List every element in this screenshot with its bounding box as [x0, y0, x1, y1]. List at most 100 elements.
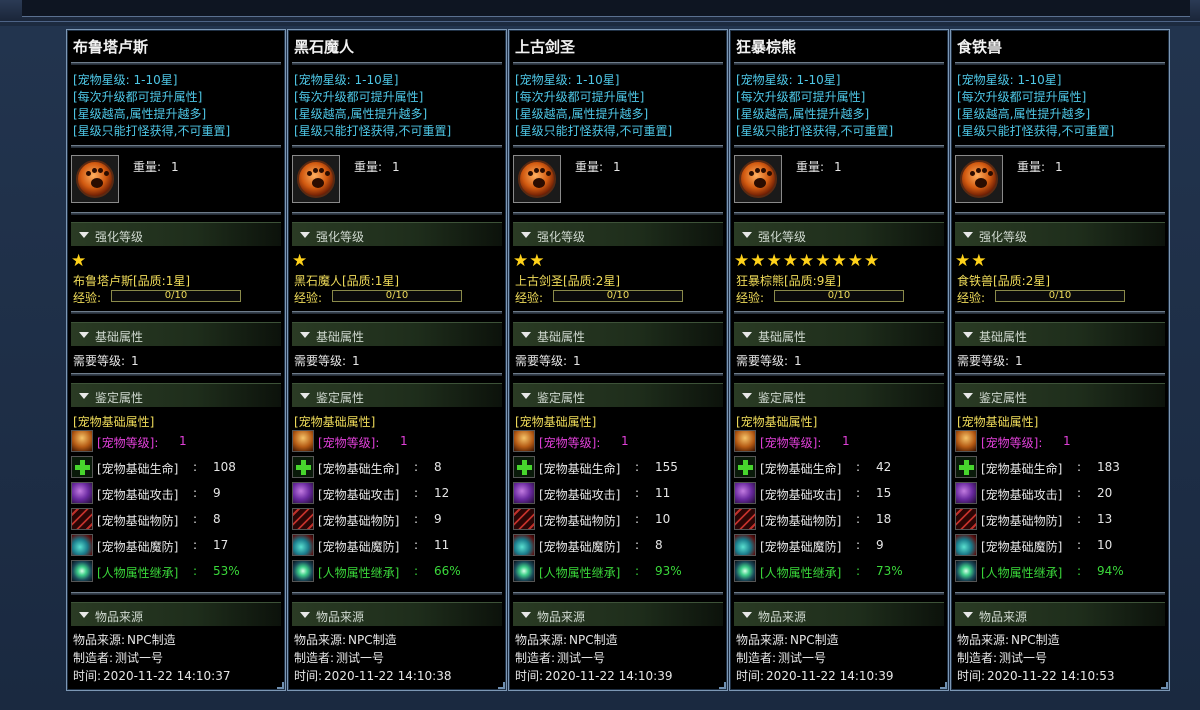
star-icon: ★	[750, 251, 766, 271]
attr-value: 9	[876, 538, 884, 552]
divider	[71, 311, 281, 314]
enhance-section-header[interactable]: 强化等级	[955, 222, 1165, 246]
attr-name: [宠物基础攻击]	[981, 488, 1063, 502]
attr-value: 94%	[1097, 564, 1124, 578]
source-label: 物品来源:	[294, 633, 347, 647]
enhance-section-header[interactable]: 强化等级	[71, 222, 281, 246]
purple-claw-icon	[734, 482, 756, 504]
pet-level-icon	[955, 430, 977, 452]
green-cross-icon	[71, 456, 93, 478]
description-line: [星级越高,属性提升越多]	[515, 107, 649, 121]
resize-handle[interactable]	[940, 682, 947, 689]
resize-handle[interactable]	[498, 682, 505, 689]
pet-level-icon	[513, 430, 535, 452]
attr-colon: :	[635, 486, 640, 500]
description-line: [每次升级都可提升属性]	[736, 90, 866, 104]
required-level: 需要等级: 1	[73, 352, 139, 369]
time-value: 2020-11-22 14:10:53	[987, 669, 1115, 683]
item-slot[interactable]	[292, 155, 340, 203]
star-icon: ★	[292, 251, 308, 271]
item-source: 物品来源: NPC制造	[515, 631, 618, 648]
identify-section-header[interactable]: 鉴定属性	[734, 383, 944, 407]
section-label: 物品来源	[979, 610, 1028, 624]
base-section-header[interactable]: 基础属性	[71, 322, 281, 346]
red-slash-icon	[734, 508, 756, 530]
source-section-header[interactable]: 物品来源	[292, 602, 502, 626]
source-section-header[interactable]: 物品来源	[71, 602, 281, 626]
description-line: [星级越高,属性提升越多]	[736, 107, 870, 121]
section-label: 基础属性	[316, 330, 365, 344]
base-section-header[interactable]: 基础属性	[513, 322, 723, 346]
pet-base-attrs-title: [宠物基础属性]	[736, 415, 818, 429]
pet-description: [宠物星级: 1-10星] [每次升级都可提升属性] [星级越高,属性提升越多]…	[294, 72, 451, 140]
identify-section-header[interactable]: 鉴定属性	[955, 383, 1165, 407]
item-slot[interactable]	[71, 155, 119, 203]
exp-bar: 0/10	[111, 290, 241, 302]
item-source: 物品来源: NPC制造	[736, 631, 839, 648]
divider	[71, 145, 281, 148]
attr-colon: :	[414, 538, 419, 552]
pet-card: 狂暴棕熊 [宠物星级: 1-10星] [每次升级都可提升属性] [星级越高,属性…	[729, 29, 949, 691]
exp-label: 经验:	[515, 291, 544, 305]
quality-text: 布鲁塔卢斯[品质:1星]	[73, 274, 191, 288]
triangle-down-icon	[300, 332, 310, 338]
resize-handle[interactable]	[719, 682, 726, 689]
exp-bar: 0/10	[774, 290, 904, 302]
attr-name: [宠物基础魔防]	[318, 540, 400, 554]
item-slot[interactable]	[513, 155, 561, 203]
star-icon: ★	[799, 251, 815, 271]
pet-name: 上古剑圣	[515, 38, 576, 56]
source-value: NPC制造	[1011, 633, 1060, 647]
attr-value: 11	[655, 486, 671, 500]
star-icon: ★	[766, 251, 782, 271]
attr-name: [宠物基础生命]	[539, 462, 621, 476]
source-section-header[interactable]: 物品来源	[513, 602, 723, 626]
attr-name: [宠物基础魔防]	[97, 540, 179, 554]
attr-value: 66%	[434, 564, 461, 578]
description-line: [宠物星级: 1-10星]	[736, 73, 841, 87]
divider	[955, 145, 1165, 148]
divider	[292, 311, 502, 314]
time-label: 时间:	[73, 669, 102, 683]
top-bar-inner	[22, 0, 1190, 17]
attr-colon: :	[414, 512, 419, 526]
divider	[292, 212, 502, 215]
enhance-section-header[interactable]: 强化等级	[292, 222, 502, 246]
maker-label: 制造者:	[515, 651, 556, 665]
base-section-header[interactable]: 基础属性	[734, 322, 944, 346]
attr-colon: :	[856, 564, 861, 578]
resize-handle[interactable]	[277, 682, 284, 689]
section-label: 基础属性	[979, 330, 1028, 344]
attr-colon: :	[193, 460, 198, 474]
identify-section-header[interactable]: 鉴定属性	[292, 383, 502, 407]
identify-section-header[interactable]: 鉴定属性	[513, 383, 723, 407]
source-section-header[interactable]: 物品来源	[734, 602, 944, 626]
time-value: 2020-11-22 14:10:39	[766, 669, 894, 683]
time-value: 2020-11-22 14:10:37	[103, 669, 231, 683]
green-cross-icon	[955, 456, 977, 478]
required-level: 需要等级: 1	[957, 352, 1023, 369]
base-section-header[interactable]: 基础属性	[292, 322, 502, 346]
enhance-section-header[interactable]: 强化等级	[513, 222, 723, 246]
quality-text: 狂暴棕熊[品质:9星]	[736, 274, 842, 288]
req-level-label: 需要等级:	[73, 354, 126, 368]
green-swirl-icon	[734, 560, 756, 582]
enhance-section-header[interactable]: 强化等级	[734, 222, 944, 246]
triangle-down-icon	[521, 332, 531, 338]
teal-wing-icon	[71, 534, 93, 556]
item-slot[interactable]	[955, 155, 1003, 203]
triangle-down-icon	[521, 232, 531, 238]
section-label: 物品来源	[316, 610, 365, 624]
attr-value: 8	[213, 512, 221, 526]
identify-section-header[interactable]: 鉴定属性	[71, 383, 281, 407]
item-slot[interactable]	[734, 155, 782, 203]
resize-handle[interactable]	[1161, 682, 1168, 689]
paw-icon	[518, 160, 556, 198]
time-label: 时间:	[957, 669, 986, 683]
attr-colon: :	[193, 486, 198, 500]
base-section-header[interactable]: 基础属性	[955, 322, 1165, 346]
attr-name: [宠物基础生命]	[760, 462, 842, 476]
maker-label: 制造者:	[736, 651, 777, 665]
divider	[955, 212, 1165, 215]
source-section-header[interactable]: 物品来源	[955, 602, 1165, 626]
